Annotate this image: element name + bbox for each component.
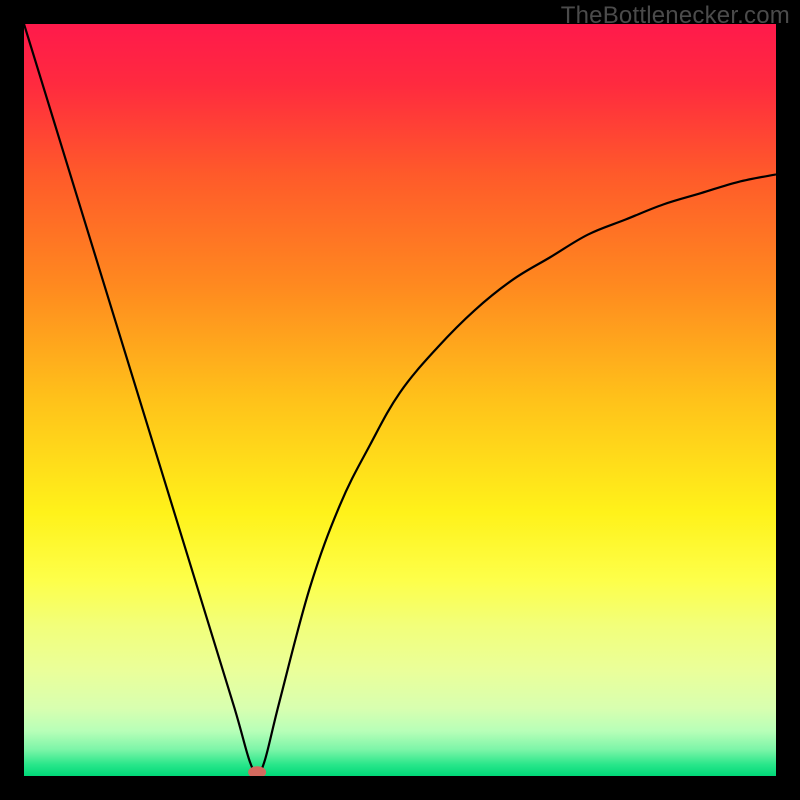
gradient-background	[24, 24, 776, 776]
chart-frame	[24, 24, 776, 776]
bottleneck-chart	[24, 24, 776, 776]
